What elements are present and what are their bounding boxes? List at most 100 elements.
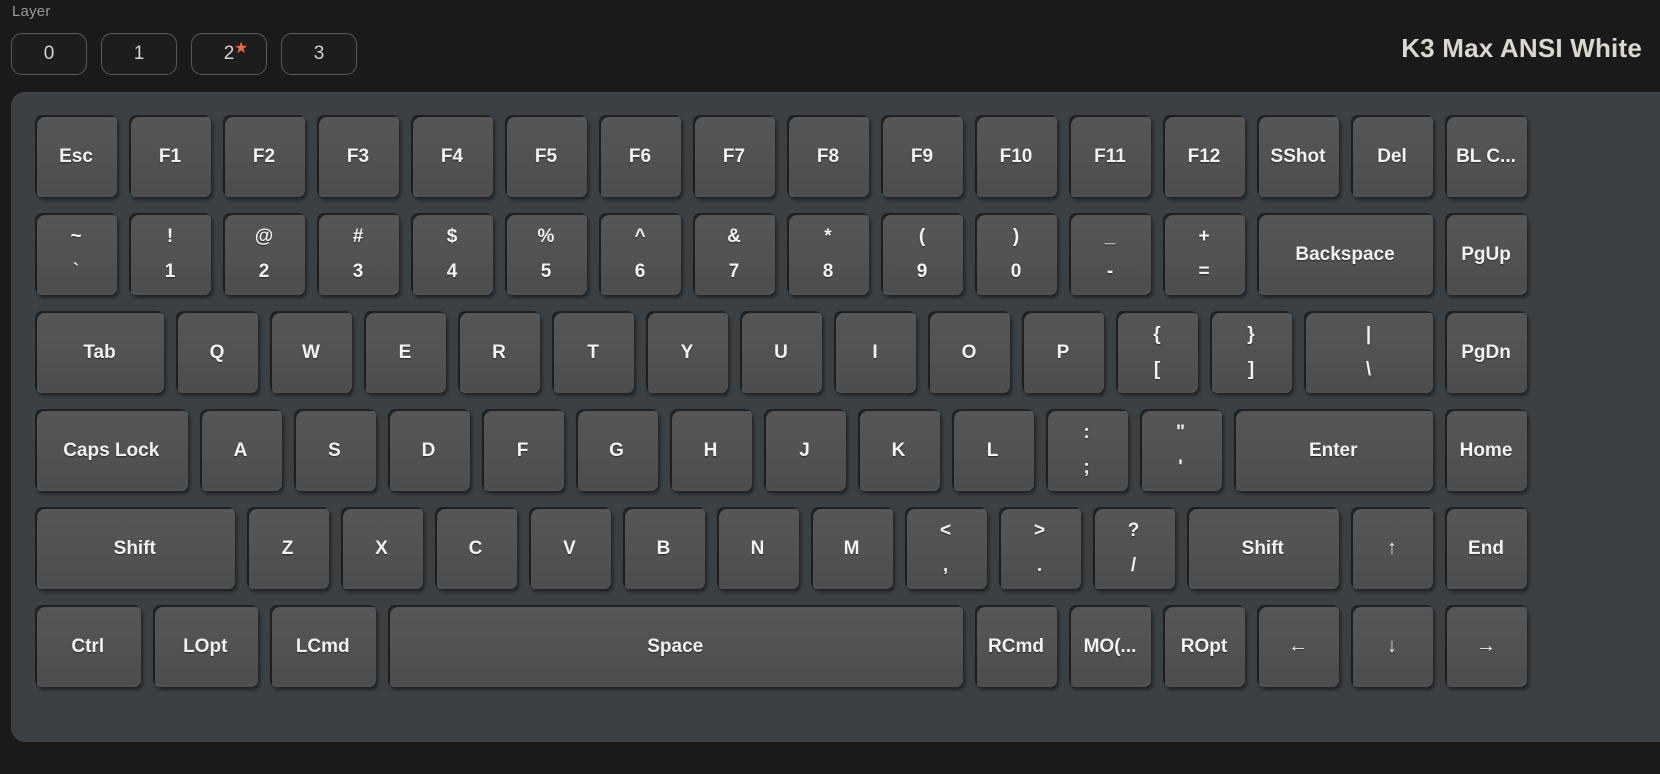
key-5[interactable]: % 5	[505, 213, 587, 295]
key-label: LCmd	[295, 635, 350, 657]
key-m[interactable]: M	[810, 507, 893, 589]
layer-button-label: 0	[43, 43, 55, 64]
key-label: PgUp	[1461, 243, 1511, 265]
key-x[interactable]: X	[340, 507, 423, 589]
key-label: F3	[346, 145, 370, 167]
key-p[interactable]: P	[1022, 311, 1104, 393]
key-c[interactable]: C	[434, 507, 517, 589]
key-7[interactable]: & 7	[693, 213, 775, 295]
key-f7[interactable]: F7	[693, 115, 775, 197]
key-key[interactable]: {[	[1116, 311, 1198, 393]
key-lcmd[interactable]: LCmd	[270, 605, 376, 687]
key-f9[interactable]: F9	[881, 115, 963, 197]
key-key[interactable]: ? /	[1092, 507, 1175, 589]
layer-button-0[interactable]: 0	[11, 33, 87, 75]
key-label-base: 2	[258, 261, 270, 282]
key-label-base: /	[1130, 555, 1137, 576]
key-t[interactable]: T	[552, 311, 634, 393]
key-r[interactable]: R	[458, 311, 540, 393]
key-label: K	[891, 439, 906, 461]
key-label: U	[774, 341, 788, 363]
key-shift[interactable]: Shift	[1186, 507, 1339, 589]
key-1[interactable]: ! 1	[129, 213, 211, 295]
key-f8[interactable]: F8	[787, 115, 869, 197]
key-8[interactable]: * 8	[787, 213, 869, 295]
key-end[interactable]: End	[1445, 507, 1527, 589]
key-label-base: 3	[352, 261, 364, 282]
key-9[interactable]: (9	[881, 213, 963, 295]
key-n[interactable]: N	[716, 507, 799, 589]
key-u[interactable]: U	[740, 311, 822, 393]
key-0[interactable]: ) 0	[975, 213, 1057, 295]
key-mo[interactable]: MO(...	[1069, 605, 1151, 687]
key-key[interactable]: →	[1445, 605, 1527, 687]
key-key[interactable]: _ -	[1069, 213, 1151, 295]
key-e[interactable]: E	[364, 311, 446, 393]
key-f2[interactable]: F2	[223, 115, 305, 197]
key-ropt[interactable]: ROpt	[1163, 605, 1245, 687]
key-lopt[interactable]: LOpt	[152, 605, 258, 687]
key-label-base: ,	[942, 555, 949, 576]
key-label: MO(...	[1083, 635, 1137, 657]
key-a[interactable]: A	[199, 409, 282, 491]
key-h[interactable]: H	[669, 409, 752, 491]
key-6[interactable]: ^ 6	[599, 213, 681, 295]
key-z[interactable]: Z	[246, 507, 329, 589]
key-f1[interactable]: F1	[129, 115, 211, 197]
key-key[interactable]: | \	[1304, 311, 1433, 393]
key-key[interactable]: >.	[998, 507, 1081, 589]
key-pgup[interactable]: PgUp	[1445, 213, 1527, 295]
key-f3[interactable]: F3	[317, 115, 399, 197]
key-pgdn[interactable]: PgDn	[1445, 311, 1527, 393]
key-i[interactable]: I	[834, 311, 916, 393]
key-label: Caps Lock	[63, 439, 160, 461]
key-4[interactable]: $4	[411, 213, 493, 295]
key-y[interactable]: Y	[646, 311, 728, 393]
key-key[interactable]: ↑	[1351, 507, 1433, 589]
key-shift[interactable]: Shift	[35, 507, 235, 589]
key-f[interactable]: F	[481, 409, 564, 491]
key-f4[interactable]: F4	[411, 115, 493, 197]
key-sshot[interactable]: SShot	[1257, 115, 1339, 197]
key-key[interactable]: + =	[1163, 213, 1245, 295]
key-w[interactable]: W	[270, 311, 352, 393]
key-bl-c[interactable]: BL C...	[1445, 115, 1527, 197]
key-s[interactable]: S	[293, 409, 376, 491]
key-rcmd[interactable]: RCmd	[975, 605, 1057, 687]
key-k[interactable]: K	[857, 409, 940, 491]
key-q[interactable]: Q	[176, 311, 258, 393]
key-backspace[interactable]: Backspace	[1257, 213, 1433, 295]
key-ctrl[interactable]: Ctrl	[35, 605, 141, 687]
layer-button-2[interactable]: 2 ★	[191, 33, 267, 75]
key-b[interactable]: B	[622, 507, 705, 589]
key-v[interactable]: V	[528, 507, 611, 589]
key-f5[interactable]: F5	[505, 115, 587, 197]
key-tab[interactable]: Tab	[35, 311, 164, 393]
key-enter[interactable]: Enter	[1233, 409, 1433, 491]
key-key[interactable]: " '	[1139, 409, 1222, 491]
key-d[interactable]: D	[387, 409, 470, 491]
key-home[interactable]: Home	[1445, 409, 1527, 491]
layer-button-1[interactable]: 1	[101, 33, 177, 75]
key-o[interactable]: O	[928, 311, 1010, 393]
key-key[interactable]: ←	[1257, 605, 1339, 687]
key-key[interactable]: }]	[1210, 311, 1292, 393]
key-f6[interactable]: F6	[599, 115, 681, 197]
key-f12[interactable]: F12	[1163, 115, 1245, 197]
key-key[interactable]: :;	[1045, 409, 1128, 491]
key-l[interactable]: L	[951, 409, 1034, 491]
key-esc[interactable]: Esc	[35, 115, 117, 197]
key-f10[interactable]: F10	[975, 115, 1057, 197]
key-key[interactable]: <,	[904, 507, 987, 589]
key-space[interactable]: Space	[387, 605, 963, 687]
key-j[interactable]: J	[763, 409, 846, 491]
key-caps-lock[interactable]: Caps Lock	[35, 409, 188, 491]
key-key[interactable]: ↓	[1351, 605, 1433, 687]
key-3[interactable]: #3	[317, 213, 399, 295]
key-key[interactable]: ~ `	[35, 213, 117, 295]
key-del[interactable]: Del	[1351, 115, 1433, 197]
key-g[interactable]: G	[575, 409, 658, 491]
key-f11[interactable]: F11	[1069, 115, 1151, 197]
layer-button-3[interactable]: 3	[281, 33, 357, 75]
key-2[interactable]: @2	[223, 213, 305, 295]
